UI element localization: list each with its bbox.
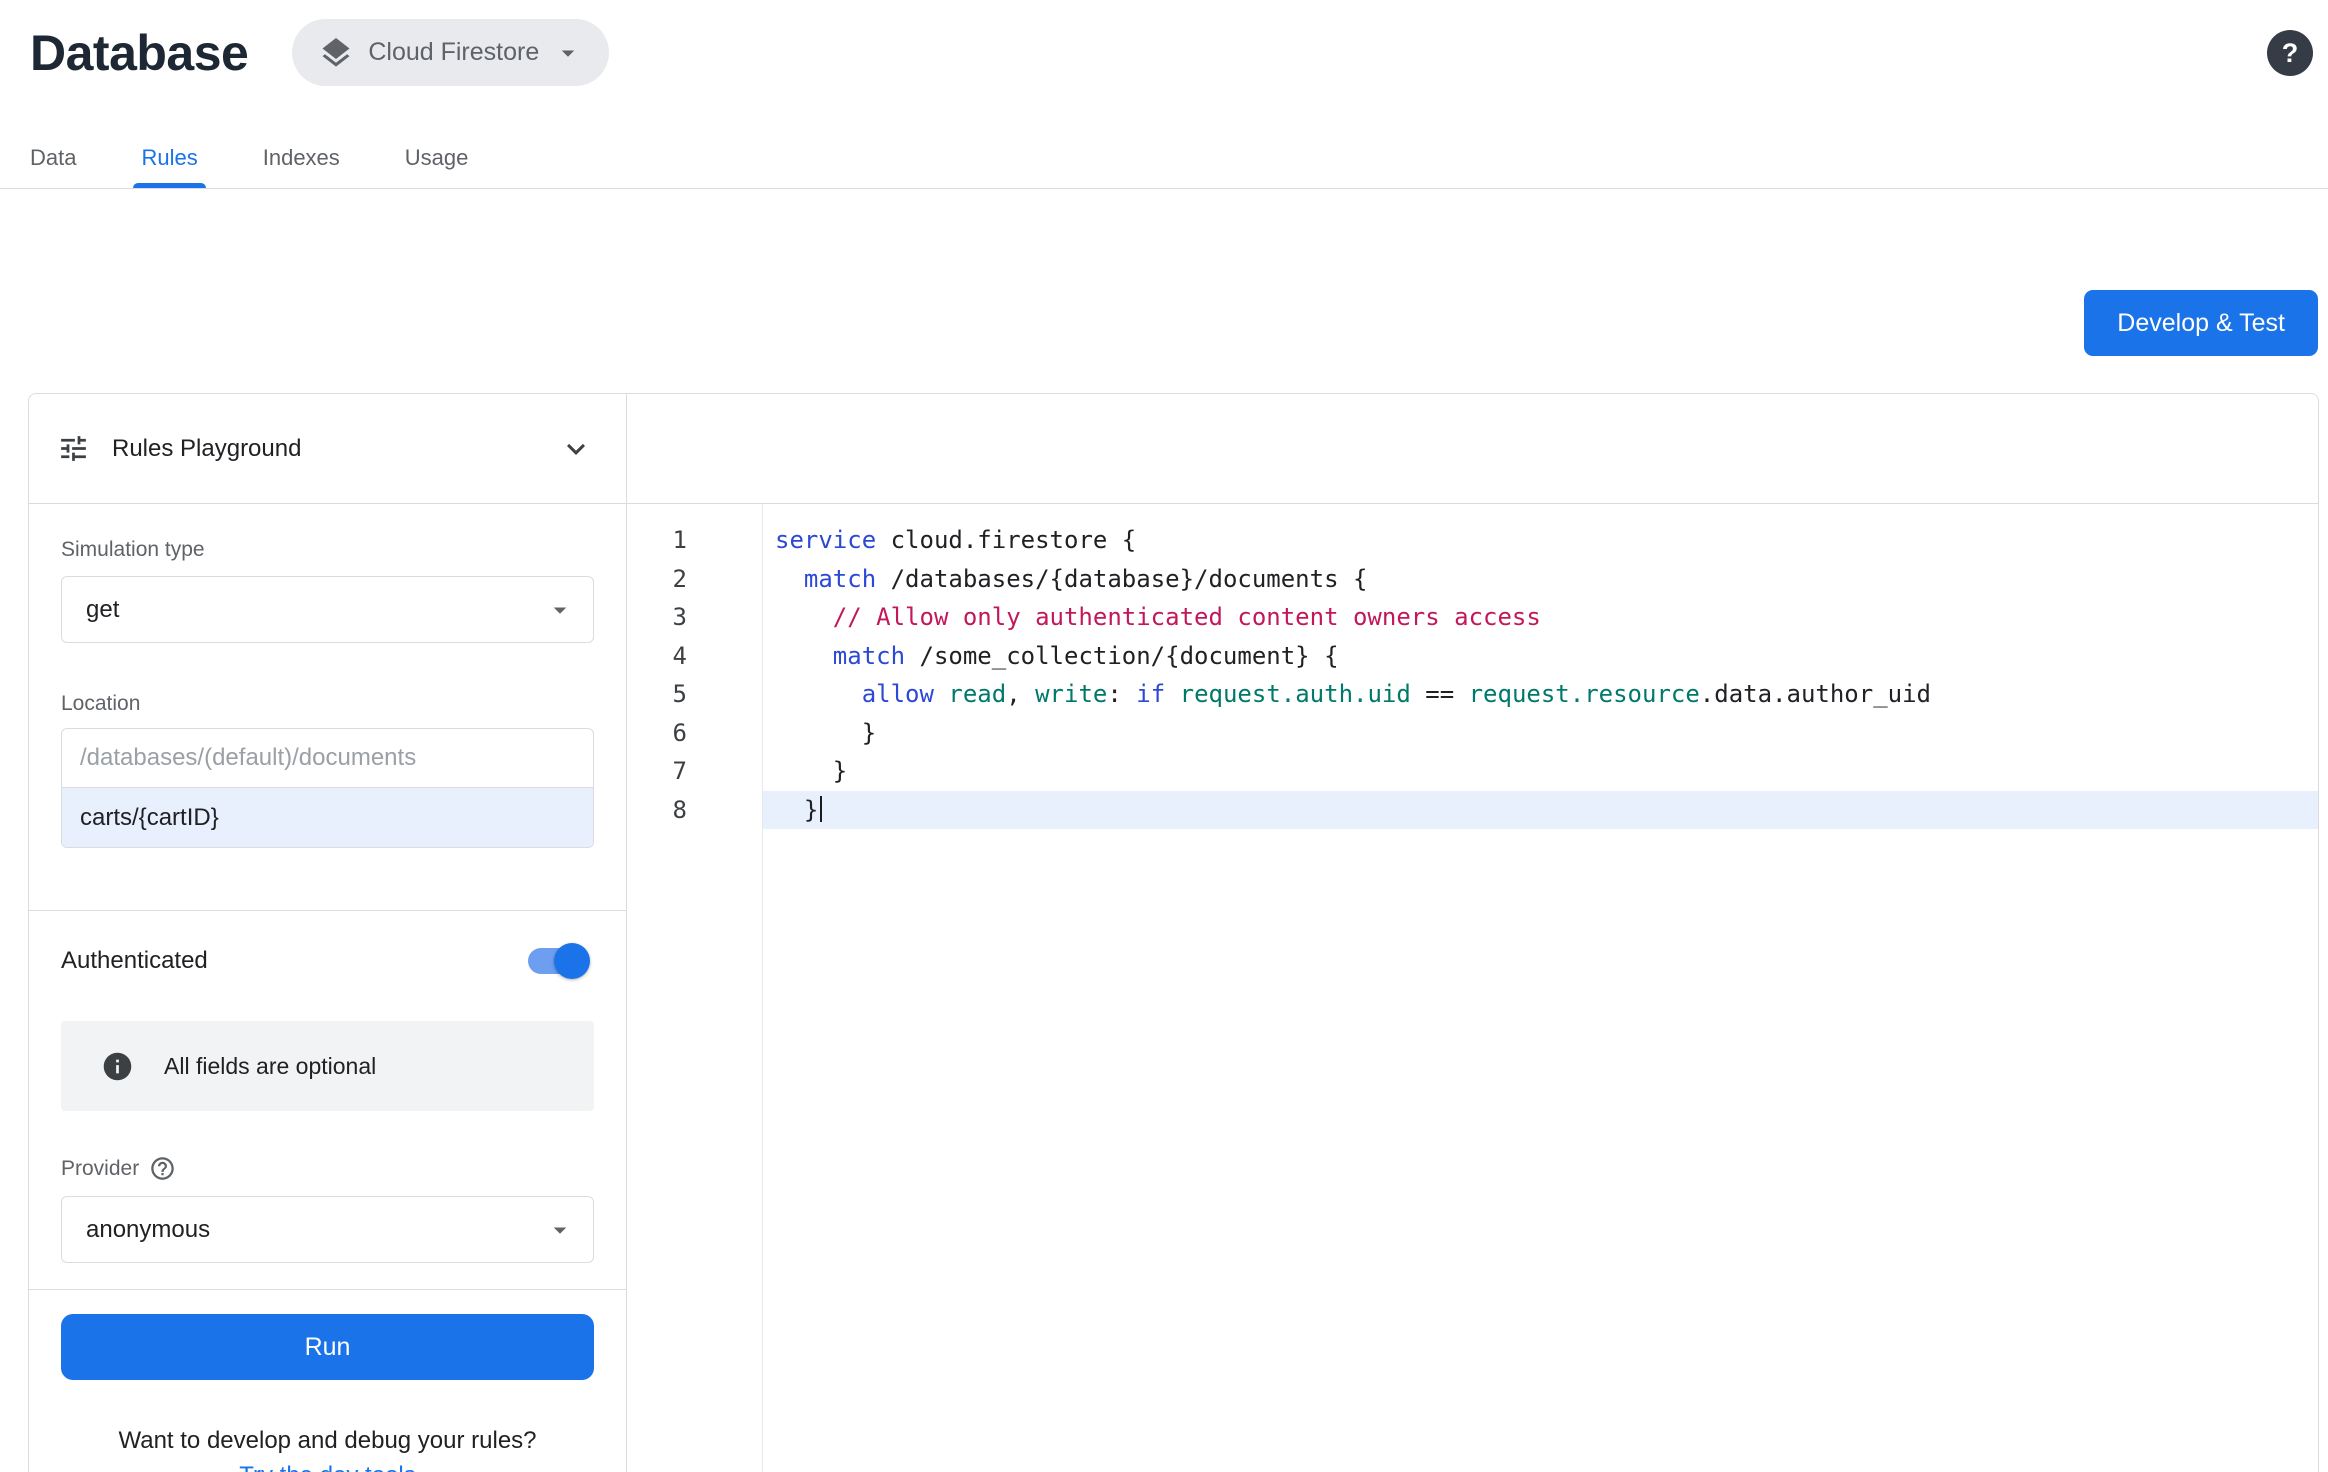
line-number: 1 (627, 521, 762, 560)
code-token: , (1006, 680, 1035, 708)
code-lines: service cloud.firestore { match /databas… (762, 504, 2318, 1472)
authenticated-toggle[interactable] (528, 948, 588, 974)
text-cursor (820, 796, 822, 822)
provider-value: anonymous (86, 1216, 210, 1244)
code-line[interactable]: } (763, 791, 2318, 830)
provider-select[interactable]: anonymous (61, 1196, 594, 1263)
code-token: } (775, 719, 876, 747)
chevron-down-icon (553, 38, 583, 68)
location-base-path: /databases/(default)/documents (62, 729, 593, 787)
playground-title: Rules Playground (112, 435, 301, 463)
page-title: Database (30, 24, 248, 82)
code-token (775, 603, 833, 631)
location-label: Location (61, 691, 594, 716)
devtools-question: Want to develop and debug your rules? (61, 1426, 594, 1456)
tab-data[interactable]: Data (30, 127, 76, 188)
line-number: 2 (627, 560, 762, 599)
code-editor[interactable]: 12345678 service cloud.firestore { match… (627, 504, 2318, 1472)
code-token: match (804, 565, 876, 593)
playground-header: Rules Playground (29, 394, 627, 504)
line-number: 5 (627, 675, 762, 714)
code-token: /databases/{database}/documents { (876, 565, 1367, 593)
code-token (1165, 680, 1179, 708)
code-token: if (1136, 680, 1165, 708)
code-token: == (1411, 680, 1469, 708)
location-input[interactable]: carts/{cartID} (62, 787, 593, 847)
collapse-chevron-icon[interactable] (558, 431, 594, 467)
rules-panel: Rules Playground Simulation type get Loc… (28, 393, 2319, 1472)
chevron-down-icon (545, 595, 575, 625)
code-token: .data.author_uid (1700, 680, 1931, 708)
chevron-down-icon (545, 1215, 575, 1245)
tune-icon (57, 432, 90, 465)
line-number: 3 (627, 598, 762, 637)
run-button[interactable]: Run (61, 1314, 594, 1380)
firestore-icon (318, 35, 354, 71)
code-token (775, 642, 833, 670)
code-line[interactable]: match /databases/{database}/documents { (763, 560, 2318, 599)
develop-test-button[interactable]: Develop & Test (2084, 290, 2318, 356)
tab-indexes[interactable]: Indexes (263, 127, 340, 188)
code-token: request.auth.uid (1180, 680, 1411, 708)
code-line[interactable]: } (763, 752, 2318, 791)
help-button[interactable]: ? (2267, 30, 2313, 76)
code-token: write (1035, 680, 1107, 708)
code-token: } (775, 757, 847, 785)
tab-usage[interactable]: Usage (405, 127, 469, 188)
line-number: 6 (627, 714, 762, 753)
info-banner-text: All fields are optional (164, 1053, 376, 1080)
line-number: 7 (627, 752, 762, 791)
code-token: allow (862, 680, 934, 708)
divider (29, 1289, 626, 1290)
toggle-thumb (554, 943, 590, 979)
code-token: request.resource (1469, 680, 1700, 708)
playground-body: Simulation type get Location /databases/… (29, 504, 627, 1472)
devtools-link[interactable]: Try the dev tools (61, 1462, 594, 1472)
location-input-group: /databases/(default)/documents carts/{ca… (61, 728, 594, 848)
code-token (934, 680, 948, 708)
editor-toolbar (627, 394, 2318, 504)
code-token: /some_collection/{document} { (905, 642, 1338, 670)
code-token (775, 680, 862, 708)
tab-rules[interactable]: Rules (141, 127, 197, 188)
line-number: 8 (627, 791, 762, 830)
help-outline-icon[interactable] (149, 1155, 176, 1182)
authenticated-row: Authenticated (61, 941, 594, 981)
code-token: } (775, 796, 818, 824)
gutter: 12345678 (627, 521, 762, 1472)
code-token: // Allow only authenticated content owne… (833, 603, 1541, 631)
code-token: cloud.firestore { (876, 526, 1136, 554)
code-token (775, 565, 804, 593)
line-number: 4 (627, 637, 762, 676)
product-selector[interactable]: Cloud Firestore (292, 19, 609, 86)
app-header: Database Cloud Firestore ? (0, 0, 2328, 105)
code-token: : (1107, 680, 1136, 708)
simulation-type-select[interactable]: get (61, 576, 594, 643)
provider-label-row: Provider (61, 1155, 594, 1182)
code-token: match (833, 642, 905, 670)
code-line[interactable]: allow read, write: if request.auth.uid =… (763, 675, 2318, 714)
code-line[interactable]: } (763, 714, 2318, 753)
code-line[interactable]: match /some_collection/{document} { (763, 637, 2318, 676)
code-line[interactable]: service cloud.firestore { (763, 521, 2318, 560)
simulation-type-label: Simulation type (61, 537, 594, 562)
provider-label: Provider (61, 1156, 139, 1181)
help-glyph: ? (2282, 38, 2299, 69)
code-line[interactable]: // Allow only authenticated content owne… (763, 598, 2318, 637)
code-token: read (948, 680, 1006, 708)
authenticated-label: Authenticated (61, 947, 208, 975)
info-banner: All fields are optional (61, 1021, 594, 1111)
simulation-type-value: get (86, 596, 119, 624)
divider (29, 910, 626, 911)
info-icon (101, 1050, 134, 1083)
tabs: Data Rules Indexes Usage (0, 127, 2328, 189)
code-token: service (775, 526, 876, 554)
product-selector-label: Cloud Firestore (368, 38, 539, 67)
